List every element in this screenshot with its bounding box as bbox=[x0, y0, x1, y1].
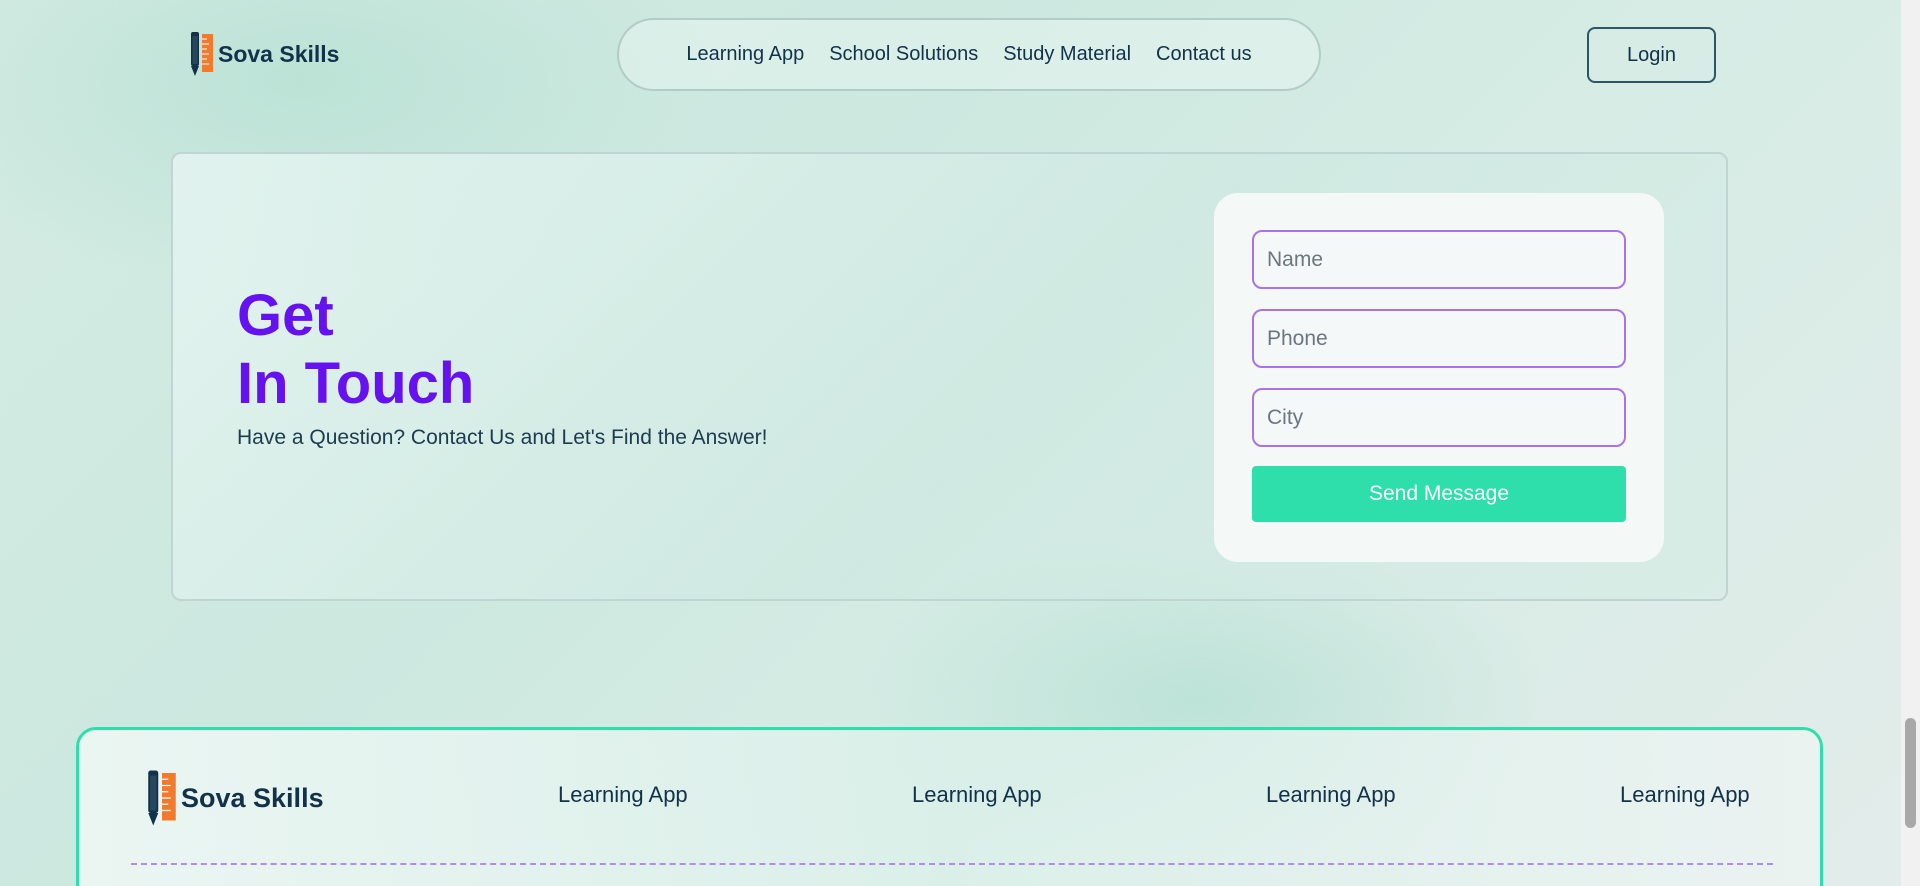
main-nav: Learning App School Solutions Study Mate… bbox=[617, 18, 1321, 91]
nav-school-solutions[interactable]: School Solutions bbox=[829, 43, 978, 66]
phone-input[interactable] bbox=[1252, 309, 1626, 368]
brand-name: Sova Skills bbox=[218, 40, 340, 67]
pencil-ruler-icon bbox=[147, 768, 177, 828]
scrollbar-thumb[interactable] bbox=[1905, 718, 1916, 828]
footer-link-learning-app[interactable]: Learning App bbox=[1620, 782, 1750, 808]
contact-form: Send Message bbox=[1214, 193, 1664, 562]
footer-link-learning-app[interactable]: Learning App bbox=[1266, 782, 1396, 808]
contact-title: Get In Touch bbox=[237, 282, 474, 418]
name-input[interactable] bbox=[1252, 230, 1626, 289]
contact-title-line2: In Touch bbox=[237, 351, 475, 416]
footer-divider bbox=[131, 863, 1773, 865]
contact-section: Get In Touch Have a Question? Contact Us… bbox=[171, 152, 1728, 601]
footer-logo[interactable]: Sova Skills bbox=[147, 768, 324, 828]
footer-link-learning-app[interactable]: Learning App bbox=[912, 782, 1042, 808]
footer: Sova Skills Learning App Learning App Le… bbox=[76, 727, 1823, 886]
contact-subtitle: Have a Question? Contact Us and Let's Fi… bbox=[237, 426, 768, 449]
nav-learning-app[interactable]: Learning App bbox=[686, 43, 804, 66]
city-input[interactable] bbox=[1252, 388, 1626, 447]
contact-title-line1: Get bbox=[237, 283, 334, 348]
page-scrollbar[interactable] bbox=[1901, 0, 1920, 886]
pencil-ruler-icon bbox=[190, 30, 214, 78]
nav-study-material[interactable]: Study Material bbox=[1003, 43, 1131, 66]
login-button[interactable]: Login bbox=[1587, 27, 1716, 83]
header-logo[interactable]: Sova Skills bbox=[190, 30, 339, 78]
nav-contact-us[interactable]: Contact us bbox=[1156, 43, 1252, 66]
send-message-button[interactable]: Send Message bbox=[1252, 466, 1626, 522]
footer-link-learning-app[interactable]: Learning App bbox=[558, 782, 688, 808]
footer-brand-name: Sova Skills bbox=[181, 782, 324, 813]
